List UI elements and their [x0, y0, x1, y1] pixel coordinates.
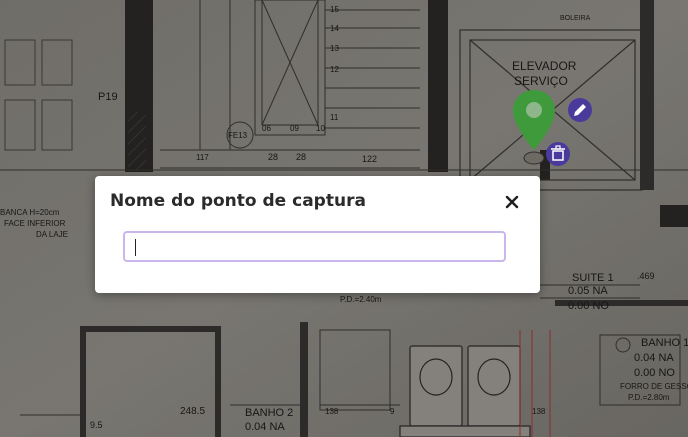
trash-icon[interactable] — [546, 142, 570, 166]
close-icon[interactable] — [505, 195, 519, 209]
dialog-title: Nome do ponto de captura — [110, 191, 366, 211]
capture-point-marker[interactable] — [508, 88, 608, 170]
text-cursor — [135, 239, 136, 256]
capture-point-name-input[interactable] — [123, 231, 506, 262]
pencil-icon[interactable] — [568, 98, 592, 122]
capture-point-name-dialog: Nome do ponto de captura — [95, 176, 540, 293]
close-button[interactable] — [500, 190, 524, 214]
